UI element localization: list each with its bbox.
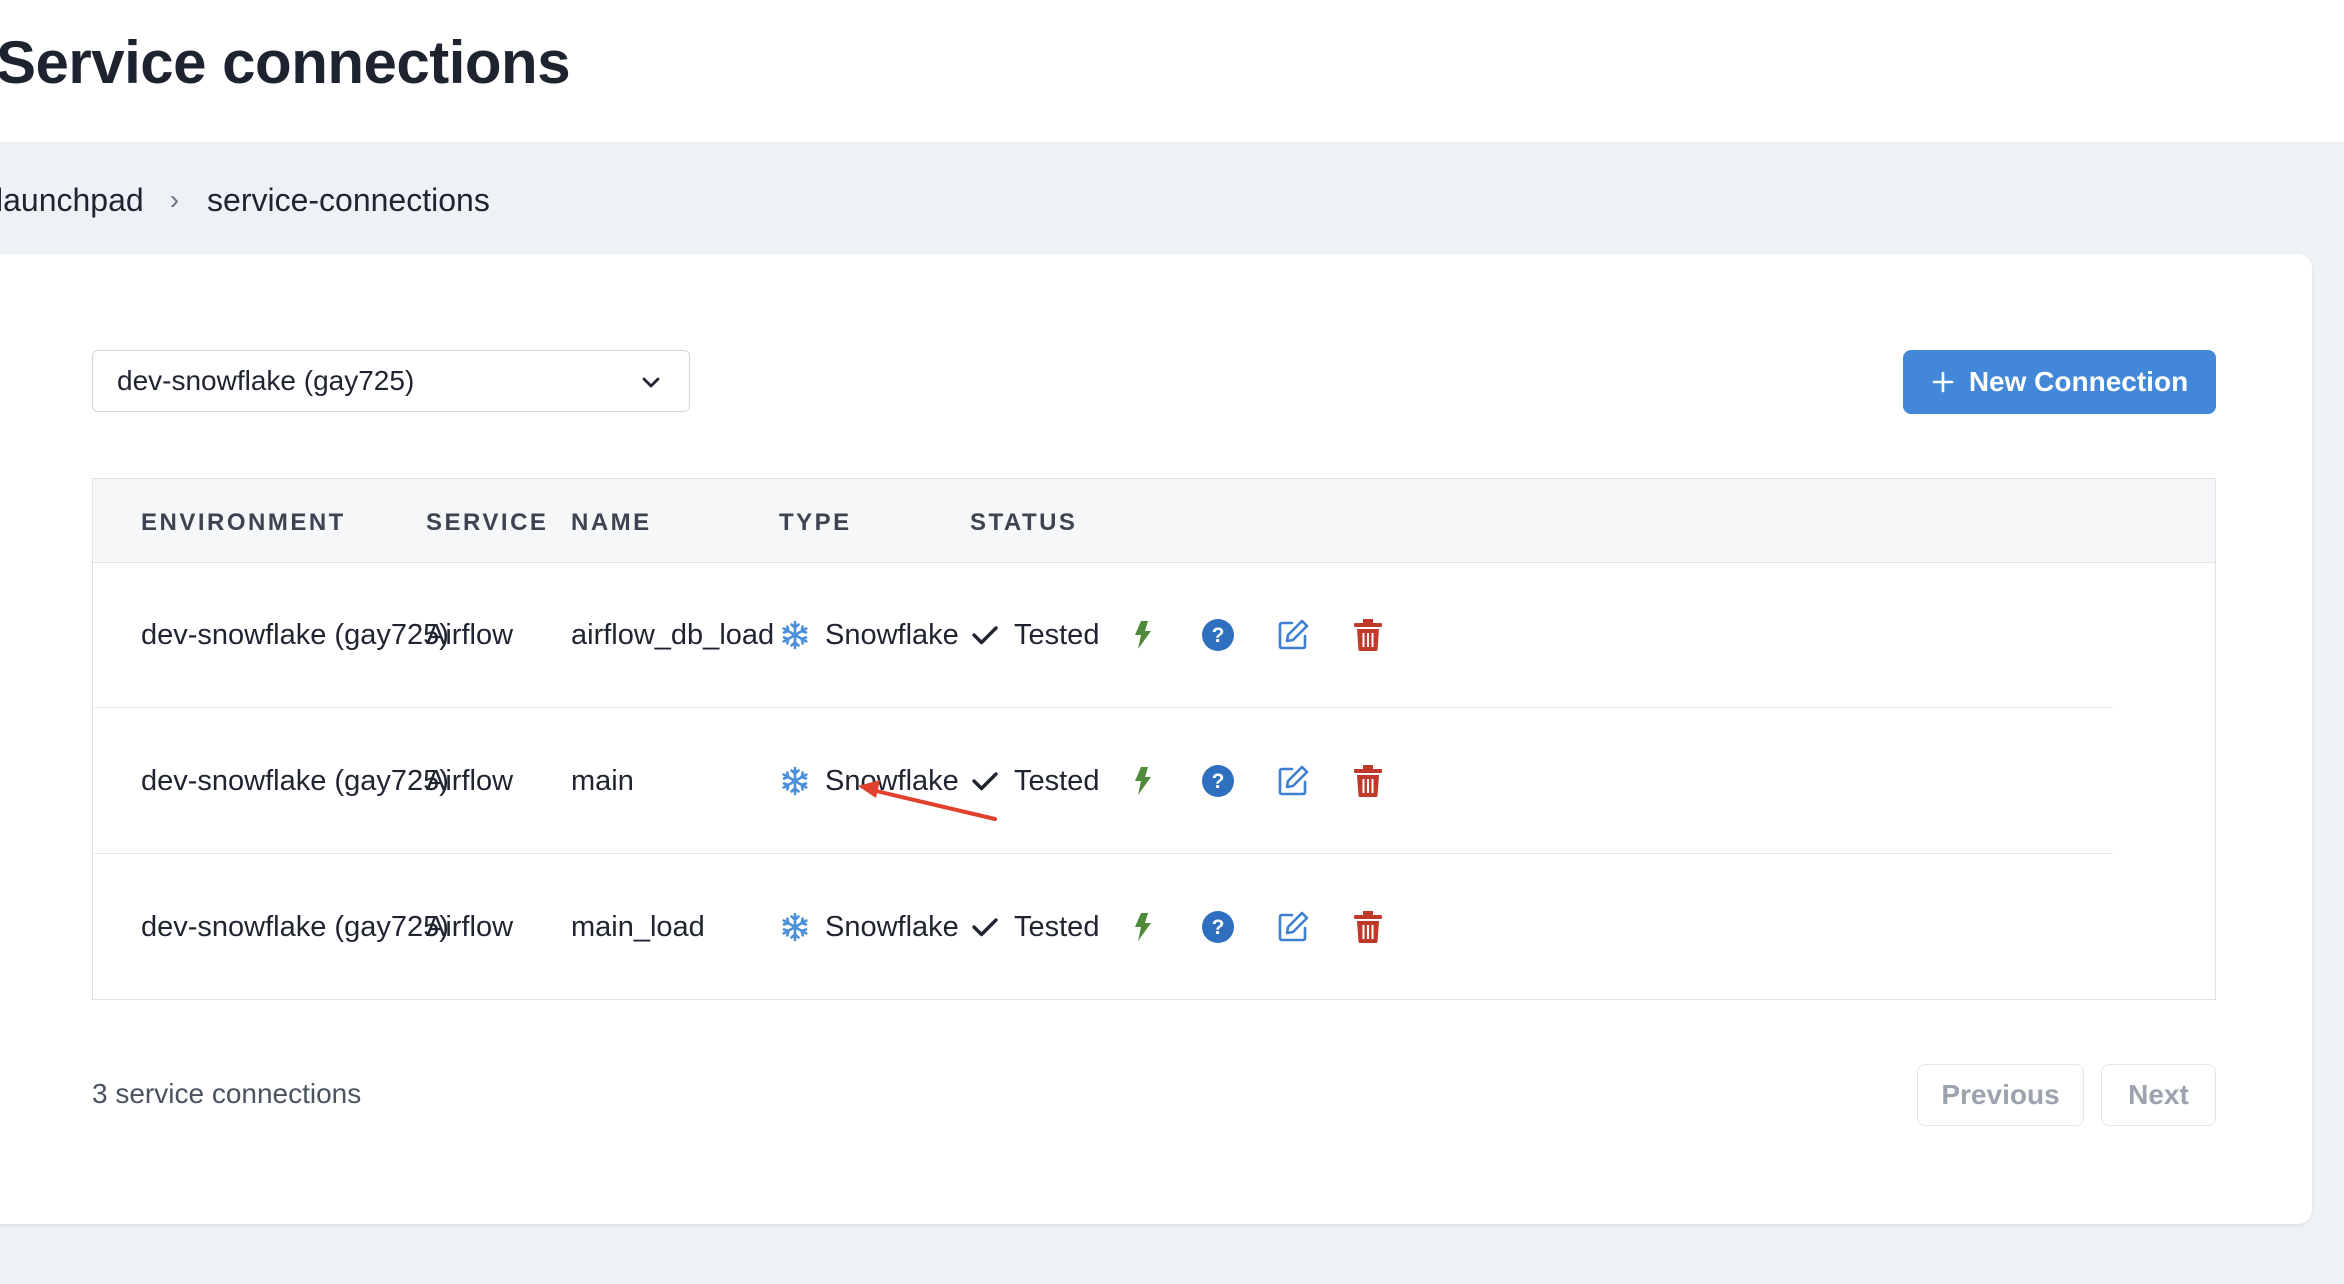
column-header-service[interactable]: SERVICE	[426, 509, 548, 537]
column-header-name[interactable]: NAME	[571, 509, 652, 537]
connections-count: 3 service connections	[92, 1078, 362, 1109]
help-icon[interactable]: ?	[1198, 907, 1238, 947]
column-header-type[interactable]: TYPE	[779, 509, 852, 537]
breadcrumb: launchpad › service-connections	[0, 178, 490, 222]
test-connection-bolt-icon[interactable]	[1123, 761, 1163, 801]
status-label: Tested	[1014, 910, 1100, 943]
cell-type: Snowflake	[779, 909, 959, 945]
breadcrumb-item-launchpad[interactable]: launchpad	[0, 182, 144, 219]
type-label: Snowflake	[825, 618, 959, 651]
cell-service: Airflow	[426, 910, 514, 943]
new-connection-button[interactable]: New Connection	[1903, 350, 2216, 414]
check-icon	[972, 918, 998, 937]
svg-text:?: ?	[1212, 770, 1225, 793]
edit-icon[interactable]	[1273, 761, 1313, 801]
column-header-environment[interactable]: ENVIRONMENT	[141, 509, 346, 537]
table-row: dev-snowflake (gay725) Airflow main Snow…	[93, 708, 2215, 854]
cell-service: Airflow	[426, 764, 514, 797]
svg-text:?: ?	[1212, 624, 1225, 647]
cell-status: Tested	[970, 909, 1099, 945]
chevron-down-icon	[642, 377, 660, 388]
table-header: ENVIRONMENT SERVICE NAME TYPE STATUS	[93, 479, 2215, 563]
status-label: Tested	[1014, 764, 1100, 797]
cell-service: Airflow	[426, 618, 514, 651]
status-label: Tested	[1014, 618, 1100, 651]
table-row: dev-snowflake (gay725) Airflow airflow_d…	[93, 562, 2215, 708]
cell-status: Tested	[970, 617, 1099, 653]
environment-select[interactable]: dev-snowflake (gay725)	[92, 350, 690, 412]
plus-icon	[1932, 371, 1954, 393]
cell-name: airflow_db_load	[571, 618, 775, 651]
check-icon	[972, 626, 998, 645]
previous-page-button[interactable]: Previous	[1917, 1064, 2084, 1126]
edit-icon[interactable]	[1273, 615, 1313, 655]
snowflake-icon	[782, 620, 808, 650]
help-icon[interactable]: ?	[1198, 761, 1238, 801]
breadcrumb-item-current: service-connections	[207, 181, 490, 218]
help-icon[interactable]: ?	[1198, 615, 1238, 655]
new-connection-label: New Connection	[1968, 366, 2189, 397]
cell-name: main_load	[571, 910, 705, 943]
breadcrumb-separator-icon: ›	[169, 184, 180, 215]
annotation-arrow-icon	[858, 780, 997, 821]
table-row: dev-snowflake (gay725) Airflow main_load…	[93, 854, 2215, 1000]
snowflake-icon	[782, 912, 808, 942]
svg-text:?: ?	[1212, 916, 1225, 939]
environment-select-value: dev-snowflake (gay725)	[117, 365, 415, 396]
cell-environment: dev-snowflake (gay725)	[141, 764, 449, 797]
test-connection-bolt-icon[interactable]	[1123, 907, 1163, 947]
edit-icon[interactable]	[1273, 907, 1313, 947]
page-header: Service connections	[0, 0, 2344, 142]
trash-icon[interactable]	[1348, 907, 1388, 947]
connections-table: ENVIRONMENT SERVICE NAME TYPE STATUS dev…	[92, 478, 2216, 1000]
cell-name: main	[571, 764, 634, 797]
page-title: Service connections	[0, 29, 571, 96]
next-page-button[interactable]: Next	[2101, 1064, 2216, 1126]
trash-icon[interactable]	[1348, 761, 1388, 801]
type-label: Snowflake	[825, 910, 959, 943]
cell-environment: dev-snowflake (gay725)	[141, 618, 449, 651]
cell-type: Snowflake	[779, 617, 959, 653]
trash-icon[interactable]	[1348, 615, 1388, 655]
snowflake-icon	[782, 766, 808, 796]
cell-environment: dev-snowflake (gay725)	[141, 910, 449, 943]
test-connection-bolt-icon[interactable]	[1123, 615, 1163, 655]
column-header-status[interactable]: STATUS	[970, 509, 1077, 537]
